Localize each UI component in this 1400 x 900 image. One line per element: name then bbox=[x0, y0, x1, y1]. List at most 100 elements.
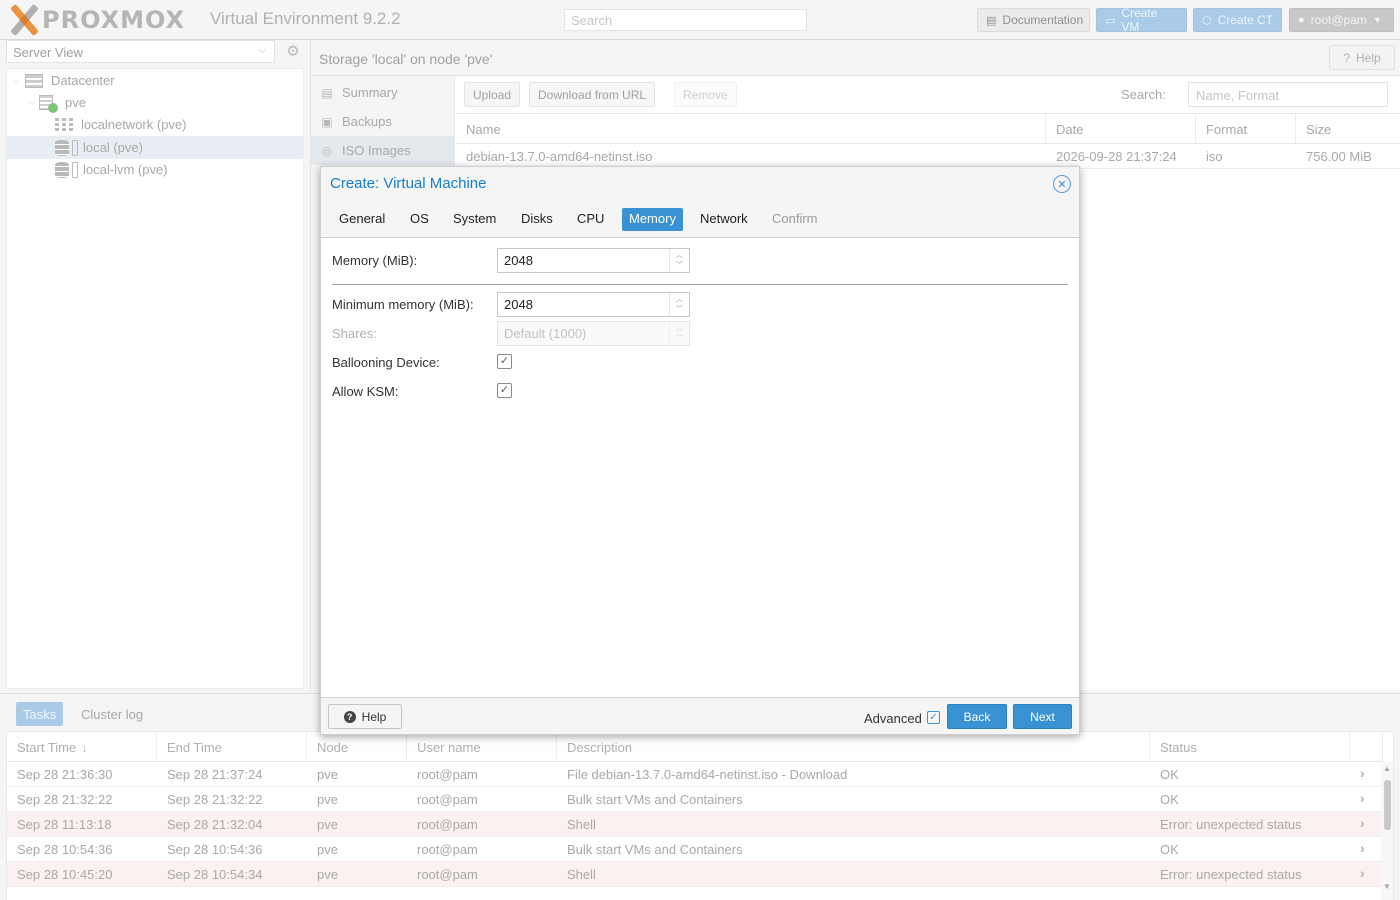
view-selector[interactable]: Server View ⌵ bbox=[6, 40, 275, 63]
cell-description: File debian-13.7.0-amd64-netinst.iso - D… bbox=[567, 767, 848, 782]
book-icon: ▤ bbox=[321, 85, 333, 100]
spinner-arrows-icon[interactable]: ︿ ﹀ bbox=[669, 322, 689, 345]
min-memory-input[interactable]: 2048 ︿ ﹀ bbox=[497, 292, 690, 317]
close-icon[interactable]: ✕ bbox=[1053, 175, 1071, 193]
cell-user: root@pam bbox=[417, 867, 478, 882]
tree-item-pve[interactable]: ⌵ pve bbox=[7, 91, 303, 114]
column-header-format[interactable]: Format bbox=[1196, 114, 1296, 144]
cell-end: Sep 28 10:54:36 bbox=[167, 842, 263, 857]
ballooning-label: Ballooning Device: bbox=[332, 355, 440, 370]
question-icon: ? bbox=[1343, 50, 1350, 65]
user-menu-button[interactable]: ● root@pam ▼ bbox=[1289, 8, 1394, 32]
tab-cpu[interactable]: CPU bbox=[570, 208, 611, 231]
tab-tasks[interactable]: Tasks bbox=[16, 702, 64, 726]
table-row[interactable]: Sep 28 11:13:18 Sep 28 21:32:04 pve root… bbox=[7, 812, 1383, 837]
tree-item-datacenter[interactable]: ⌵ Datacenter bbox=[7, 69, 303, 92]
column-header-node[interactable]: Node bbox=[307, 732, 407, 762]
spinner-arrows-icon[interactable]: ︿ ﹀ bbox=[669, 249, 689, 272]
chevron-right-icon[interactable]: › bbox=[1360, 815, 1365, 831]
proxmox-logo[interactable]: PROXMOX bbox=[8, 3, 185, 37]
column-header-end-time[interactable]: End Time bbox=[157, 732, 307, 762]
tree-item-local[interactable]: local (pve) bbox=[7, 136, 303, 159]
column-header-status[interactable]: Status bbox=[1150, 732, 1350, 762]
scrollbar-thumb[interactable] bbox=[1384, 780, 1391, 830]
download-url-button[interactable]: Download from URL bbox=[529, 82, 656, 107]
create-ct-button[interactable]: ⬡ Create CT bbox=[1193, 8, 1282, 32]
scroll-down-icon[interactable]: ▼ bbox=[1383, 882, 1391, 891]
collapse-toggle-icon[interactable]: ⌵ bbox=[11, 75, 21, 86]
monitor-icon: ▭ bbox=[1105, 14, 1116, 27]
tree-item-label: Datacenter bbox=[51, 73, 115, 88]
cell-status: Error: unexpected status bbox=[1160, 817, 1302, 832]
help-label: Help bbox=[361, 709, 387, 724]
node-icon bbox=[39, 95, 58, 113]
column-header-date[interactable]: Date bbox=[1046, 114, 1196, 144]
column-header-actions bbox=[1350, 732, 1383, 762]
section-divider bbox=[332, 284, 1068, 285]
advanced-checkbox[interactable]: ✓ bbox=[927, 711, 940, 724]
shares-input[interactable]: Default (1000) ︿ ﹀ bbox=[497, 321, 690, 346]
chevron-down-icon: ⌵ bbox=[258, 45, 266, 56]
task-grid-scrollbar[interactable]: ▲ ▼ bbox=[1381, 762, 1393, 900]
panel-header: Storage 'local' on node 'pve' ? Help bbox=[311, 40, 1400, 76]
ballooning-checkbox[interactable]: ✓ bbox=[497, 354, 512, 369]
product-version: Virtual Environment 9.2.2 bbox=[210, 9, 401, 28]
column-header-size[interactable]: Size bbox=[1296, 114, 1400, 144]
tree-item-localnetwork[interactable]: localnetwork (pve) bbox=[7, 113, 303, 136]
cell-node: pve bbox=[317, 767, 338, 782]
gear-icon[interactable]: ⚙ bbox=[283, 42, 303, 62]
tab-system[interactable]: System bbox=[446, 208, 503, 231]
content-search-input[interactable]: Name, Format bbox=[1188, 82, 1388, 107]
nav-item-iso-images[interactable]: ◎ ISO Images bbox=[311, 136, 455, 165]
column-header-name[interactable]: Name bbox=[456, 114, 1046, 144]
documentation-button[interactable]: ▤ Documentation bbox=[977, 8, 1090, 32]
tab-general[interactable]: General bbox=[332, 208, 392, 231]
cell-node: pve bbox=[317, 817, 338, 832]
collapse-toggle-icon[interactable]: ⌵ bbox=[27, 97, 37, 108]
cell-description: Shell bbox=[567, 817, 596, 832]
chevron-right-icon[interactable]: › bbox=[1360, 840, 1365, 856]
tree-item-local-lvm[interactable]: local-lvm (pve) bbox=[7, 158, 303, 181]
tab-confirm[interactable]: Confirm bbox=[765, 208, 825, 231]
tab-memory[interactable]: Memory bbox=[622, 208, 683, 231]
dialog-help-button[interactable]: ? Help bbox=[328, 704, 402, 729]
remove-button[interactable]: Remove bbox=[674, 82, 737, 107]
cell-end: Sep 28 21:32:04 bbox=[167, 817, 263, 832]
chevron-right-icon[interactable]: › bbox=[1360, 865, 1365, 881]
nav-item-backups[interactable]: ▣ Backups bbox=[311, 107, 455, 136]
tab-disks[interactable]: Disks bbox=[514, 208, 560, 231]
nav-item-summary[interactable]: ▤ Summary bbox=[311, 78, 455, 107]
spinner-arrows-icon[interactable]: ︿ ﹀ bbox=[669, 293, 689, 316]
chevron-right-icon[interactable]: › bbox=[1360, 765, 1365, 781]
chevron-right-icon[interactable]: › bbox=[1360, 790, 1365, 806]
ksm-checkbox[interactable]: ✓ bbox=[497, 383, 512, 398]
column-header-description[interactable]: Description bbox=[557, 732, 1150, 762]
cell-node: pve bbox=[317, 842, 338, 857]
table-row[interactable]: Sep 28 10:54:36 Sep 28 10:54:36 pve root… bbox=[7, 837, 1383, 862]
question-icon: ? bbox=[343, 710, 356, 723]
column-header-start-time[interactable]: Start Time ↓ bbox=[7, 732, 157, 762]
create-vm-label: Create VM bbox=[1121, 6, 1158, 34]
tab-network[interactable]: Network bbox=[693, 208, 755, 231]
table-row[interactable]: Sep 28 21:36:30 Sep 28 21:37:24 pve root… bbox=[7, 762, 1383, 787]
column-header-user[interactable]: User name bbox=[407, 732, 557, 762]
scroll-up-icon[interactable]: ▲ bbox=[1383, 764, 1391, 773]
dialog-title: Create: Virtual Machine bbox=[330, 175, 487, 192]
panel-help-button[interactable]: ? Help bbox=[1329, 45, 1395, 70]
cell-start: Sep 28 21:32:22 bbox=[17, 792, 113, 807]
tab-cluster-log[interactable]: Cluster log bbox=[74, 702, 150, 726]
table-row[interactable]: Sep 28 21:32:22 Sep 28 21:32:22 pve root… bbox=[7, 787, 1383, 812]
cell-description: Shell bbox=[567, 867, 596, 882]
next-button[interactable]: Next bbox=[1013, 704, 1072, 729]
global-search-input[interactable]: Search bbox=[564, 9, 807, 31]
tree-item-label: local (pve) bbox=[83, 140, 143, 155]
help-label: Help bbox=[1356, 50, 1381, 65]
table-row[interactable]: Sep 28 10:45:20 Sep 28 10:54:34 pve root… bbox=[7, 862, 1383, 887]
memory-input[interactable]: 2048 ︿ ﹀ bbox=[497, 248, 690, 273]
back-button[interactable]: Back bbox=[947, 704, 1007, 729]
upload-button[interactable]: Upload bbox=[464, 82, 521, 107]
datacenter-icon bbox=[25, 73, 43, 88]
tab-os[interactable]: OS bbox=[403, 208, 436, 231]
memory-row: Memory (MiB): 2048 ︿ ﹀ bbox=[332, 248, 692, 273]
create-vm-button[interactable]: ▭ Create VM bbox=[1096, 6, 1187, 34]
